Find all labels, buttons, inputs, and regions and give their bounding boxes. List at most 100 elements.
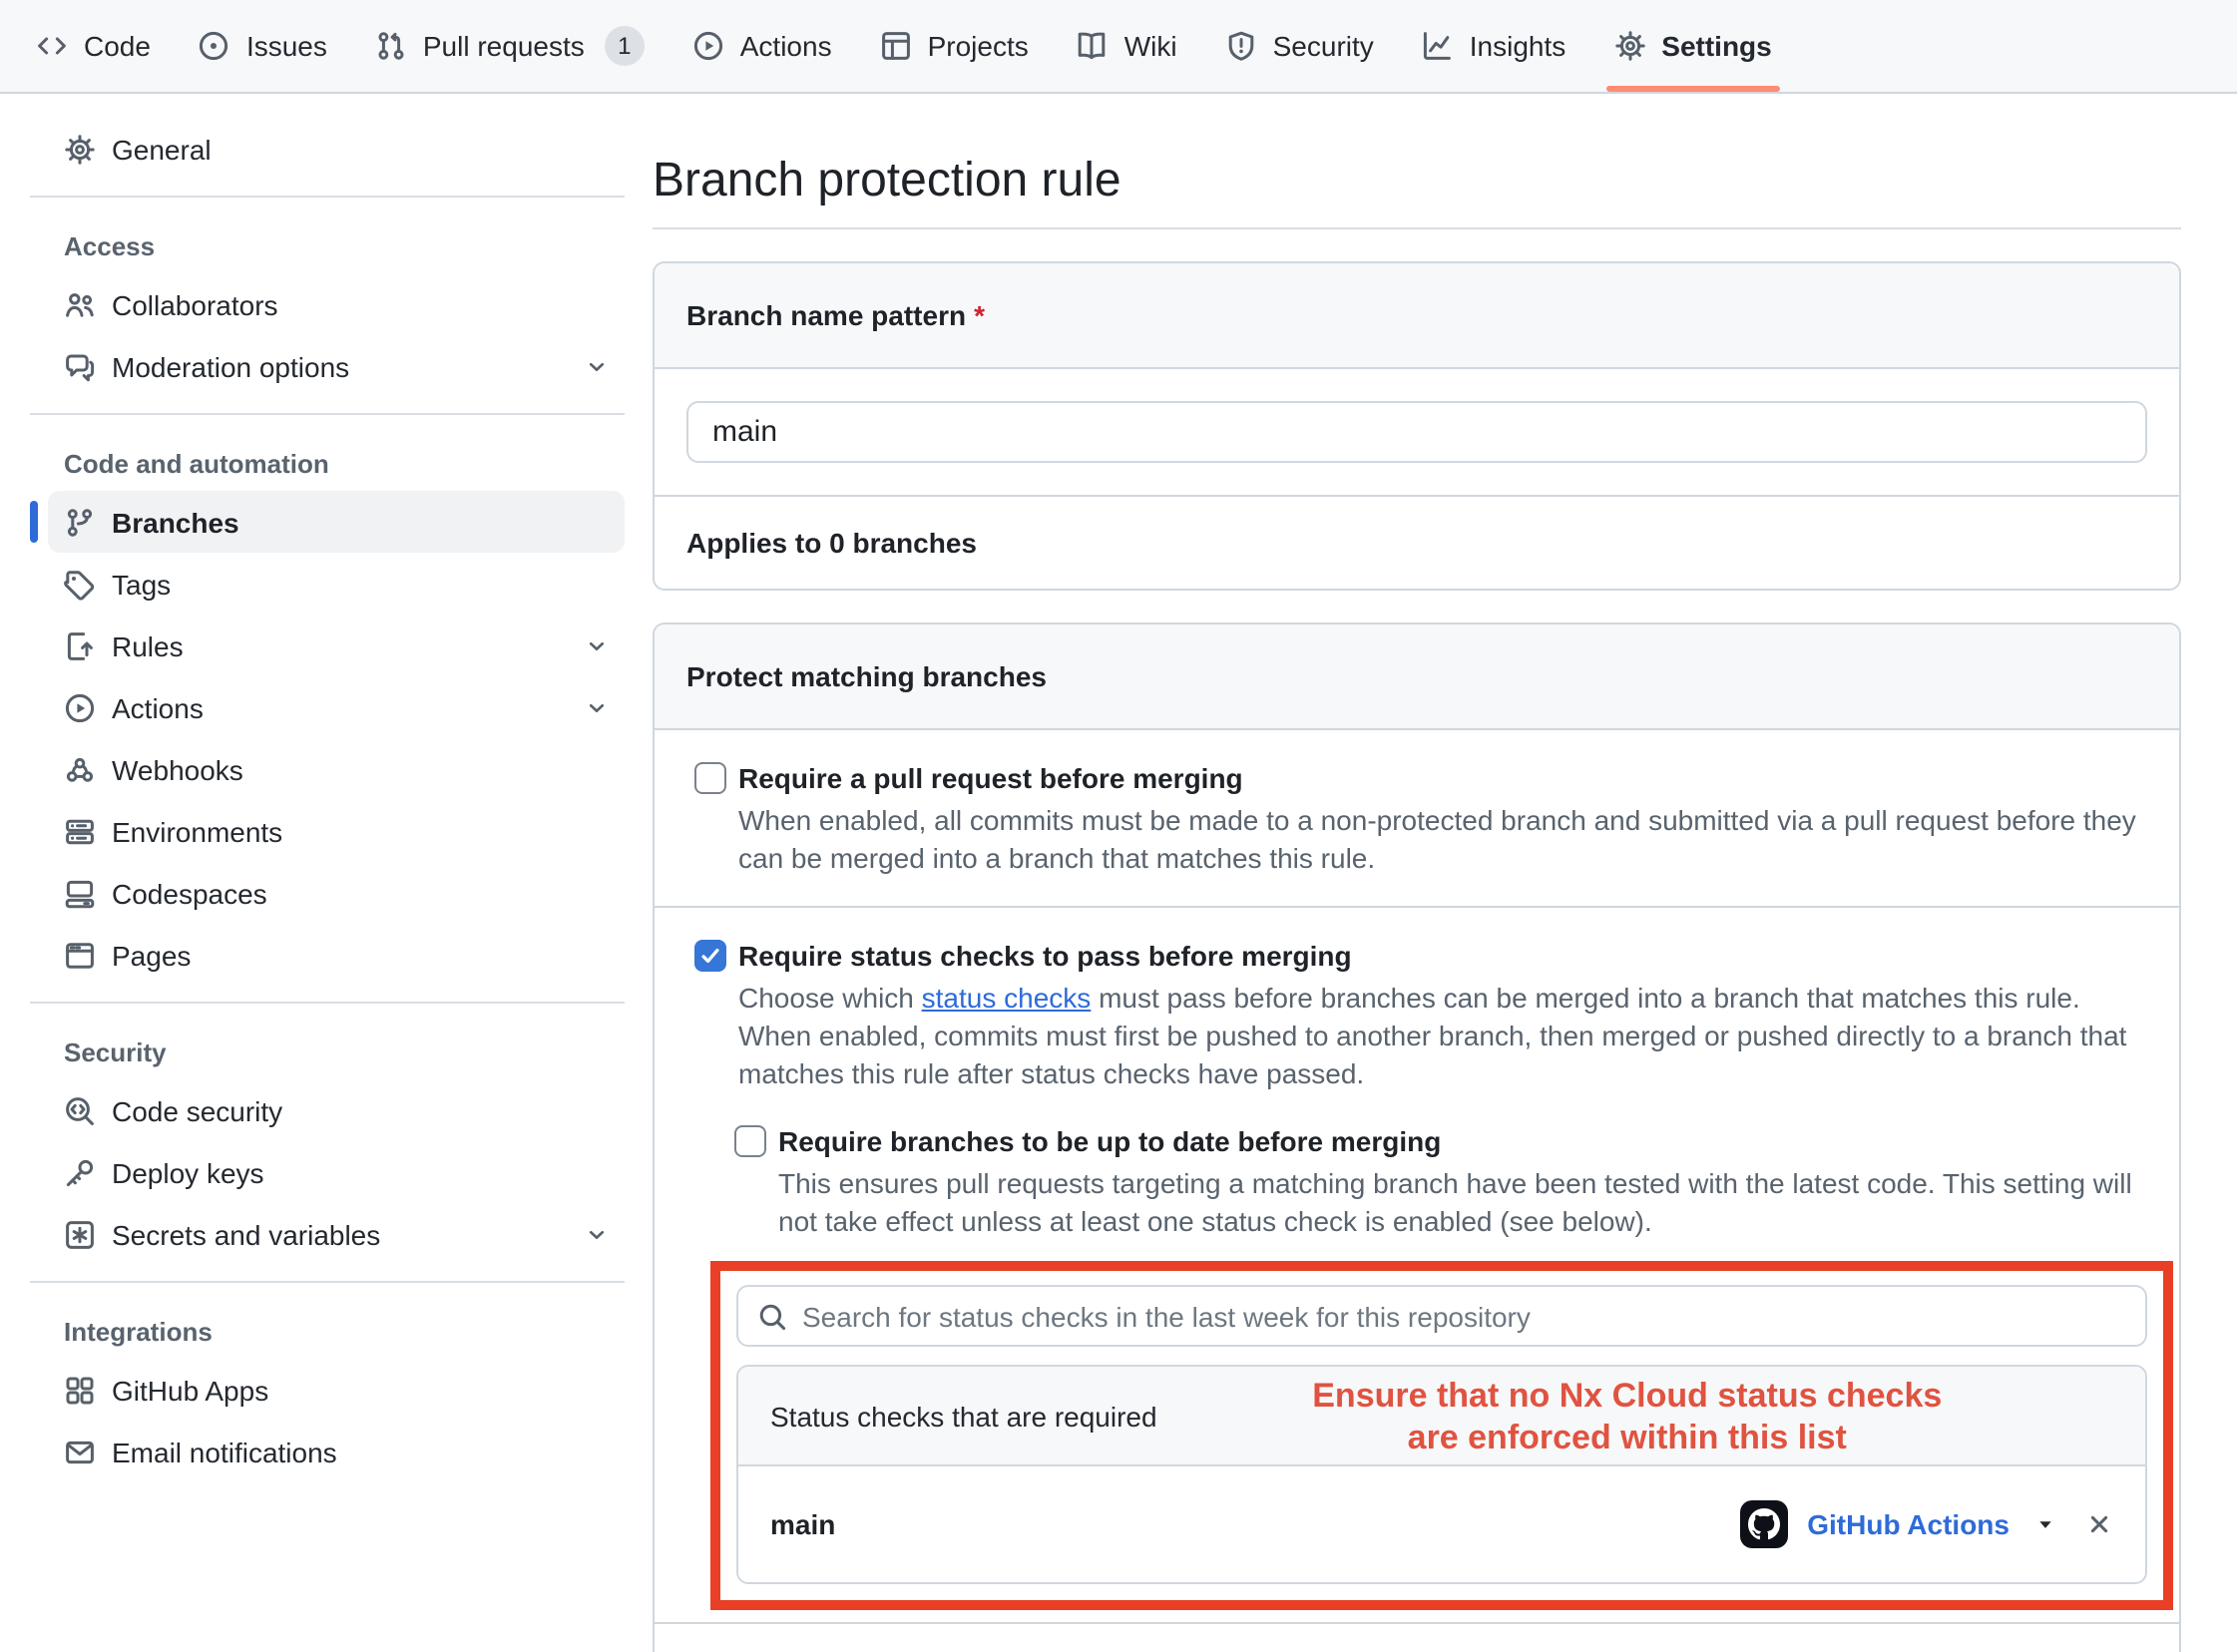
sidebar-divider [30,1002,625,1004]
tab-label: Actions [740,30,832,62]
status-checks-link[interactable]: status checks [922,982,1092,1014]
sidebar-item-environments[interactable]: Environments [48,800,625,862]
annotation-highlight-box: Status checks that are required Ensure t… [710,1261,2173,1610]
required-asterisk: * [974,299,985,331]
sidebar-item-label: Moderation options [112,350,349,382]
webhook-icon [64,753,96,785]
sidebar-item-branches[interactable]: Branches [48,491,625,553]
sidebar-item-email-notifications[interactable]: Email notifications [48,1421,625,1482]
codescan-icon [64,1094,96,1126]
tab-wiki[interactable]: Wiki [1057,0,1197,92]
sidebar-item-rules[interactable]: Rules [48,615,625,676]
remove-status-check-icon[interactable] [2085,1510,2113,1538]
protect-matching-branches-card: Protect matching branches Require a pull… [653,622,2181,1652]
branch-name-pattern-body [655,369,2179,495]
require-up-to-date-option: Require branches to be up to date before… [734,1121,2139,1241]
annotation-line-1: Ensure that no Nx Cloud status checks [1157,1374,2097,1416]
sidebar-item-moderation-options[interactable]: Moderation options [48,335,625,397]
people-icon [64,288,96,320]
require-up-to-date-label[interactable]: Require branches to be up to date before… [778,1121,1441,1161]
sidebar-item-label: Secrets and variables [112,1218,380,1250]
tab-pull-requests[interactable]: Pull requests 1 [355,0,665,92]
browser-icon [64,939,96,971]
gear-icon [64,133,96,165]
settings-sidebar: General Access Collaborators Moderation opt… [0,94,625,1522]
search-icon [756,1301,788,1339]
sidebar-item-label: Code security [112,1094,282,1126]
tab-projects[interactable]: Projects [860,0,1049,92]
caret-down-icon[interactable] [2033,1512,2057,1536]
sidebar-item-label: GitHub Apps [112,1374,268,1406]
sidebar-item-actions[interactable]: Actions [48,676,625,738]
book-icon [1077,30,1109,62]
status-checks-search-input[interactable] [736,1285,2147,1347]
status-checks-search [736,1285,2147,1347]
rules-icon [64,629,96,661]
tag-icon [64,568,96,600]
tab-issues[interactable]: Issues [179,0,347,92]
sidebar-item-tags[interactable]: Tags [48,553,625,615]
sidebar-divider [30,413,625,415]
issue-icon [199,30,230,62]
tab-label: Wiki [1124,30,1177,62]
section-divider [655,1622,2179,1624]
tab-settings[interactable]: Settings [1593,0,1791,92]
sidebar-item-code-security[interactable]: Code security [48,1079,625,1141]
sidebar-item-label: Pages [112,939,191,971]
sidebar-item-secrets-and-variables[interactable]: Secrets and variables [48,1203,625,1265]
sidebar-item-label: Tags [112,568,171,600]
sidebar-item-pages[interactable]: Pages [48,924,625,986]
asterisk-icon [64,1218,96,1250]
sidebar-item-label: General [112,133,212,165]
sidebar-item-general[interactable]: General [48,118,625,180]
counter-badge: 1 [605,26,645,66]
tab-label: Settings [1661,30,1771,62]
require-status-checks-checkbox[interactable] [694,940,726,972]
check-icon [698,944,722,968]
annotation-line-2: are enforced within this list [1157,1416,2097,1457]
sidebar-item-deploy-keys[interactable]: Deploy keys [48,1141,625,1203]
status-checks-list-title: Status checks that are required [770,1400,1157,1432]
mail-icon [64,1436,96,1467]
branch-name-pattern-input[interactable] [686,401,2147,463]
play-icon [64,691,96,723]
github-actions-link[interactable]: GitHub Actions [1807,1508,2010,1540]
sidebar-divider [30,196,625,198]
require-status-checks-description: Choose which status checks must pass bef… [738,980,2139,1093]
sidebar-item-label: Codespaces [112,877,267,909]
require-up-to-date-checkbox[interactable] [734,1125,766,1157]
sidebar-section-header: Integrations [48,1299,625,1359]
sidebar-item-collaborators[interactable]: Collaborators [48,273,625,335]
sidebar-item-codespaces[interactable]: Codespaces [48,862,625,924]
require-pr-label[interactable]: Require a pull request before merging [738,758,1243,798]
sidebar-item-label: Email notifications [112,1436,337,1467]
tab-insights[interactable]: Insights [1402,0,1586,92]
git-branch-icon [64,506,96,538]
chevron-down-icon [585,1222,609,1246]
graph-icon [1422,30,1454,62]
required-status-checks-list: Status checks that are required Ensure t… [736,1365,2147,1584]
require-status-checks-option: Require status checks to pass before mer… [655,906,2179,1652]
sidebar-item-webhooks[interactable]: Webhooks [48,738,625,800]
tab-code[interactable]: Code [16,0,171,92]
page-layout: General Access Collaborators Moderation opt… [0,94,2237,1652]
require-pr-checkbox[interactable] [694,762,726,794]
tab-security[interactable]: Security [1205,0,1394,92]
github-settings-page: CodeIssues Pull requests 1 Actions Projects W… [0,0,2237,1638]
status-check-controls: GitHub Actions [1739,1500,2113,1548]
tab-label: Pull requests [423,30,585,62]
sidebar-item-label: Branches [112,506,239,538]
require-status-checks-label[interactable]: Require status checks to pass before mer… [738,936,1352,976]
require-pr-description: When enabled, all commits must be made t… [738,802,2139,878]
tab-label: Security [1273,30,1374,62]
main-content: Branch protection rule Branch name patte… [653,94,2181,1652]
tab-actions[interactable]: Actions [672,0,852,92]
code-icon [36,30,68,62]
sidebar-item-github-apps[interactable]: GitHub Apps [48,1359,625,1421]
sidebar-item-label: Collaborators [112,288,278,320]
sidebar-section-header: Access [48,213,625,273]
branch-name-pattern-label: Branch name pattern [686,299,966,331]
status-checks-list-header: Status checks that are required Ensure t… [738,1367,2145,1466]
protect-matching-branches-header: Protect matching branches [655,624,2179,730]
tab-label: Projects [928,30,1029,62]
